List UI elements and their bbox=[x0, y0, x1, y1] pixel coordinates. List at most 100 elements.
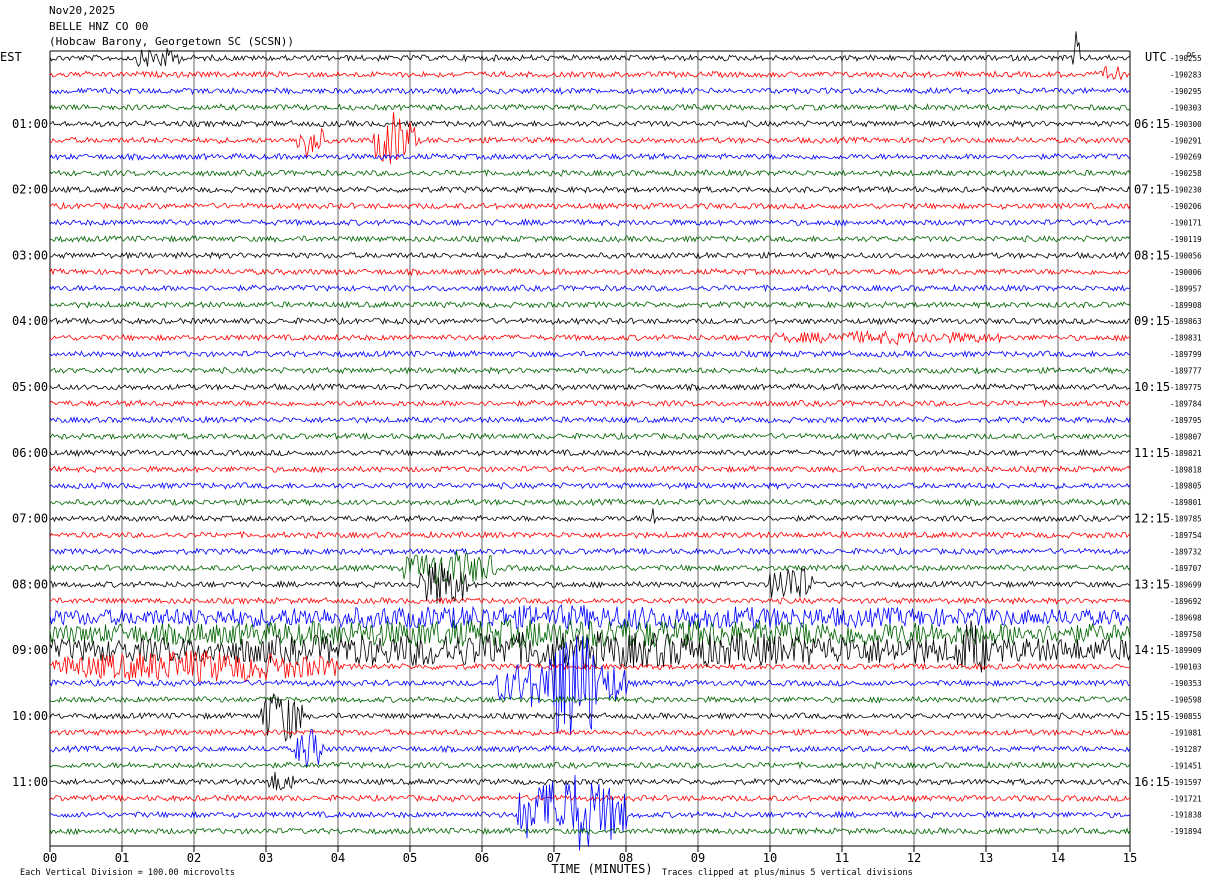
left-hour-label: 03:00 bbox=[12, 248, 48, 262]
right-hour-label: 13:15 bbox=[1134, 577, 1170, 591]
left-hour-label: 10:00 bbox=[12, 709, 48, 723]
trace-row bbox=[49, 201, 1131, 211]
x-tick-label: 05 bbox=[403, 851, 417, 865]
scale-note: Each Vertical Division = 100.00 microvol… bbox=[20, 868, 235, 878]
trace-row bbox=[49, 267, 1131, 277]
dc-offset-label: -189909 bbox=[1170, 646, 1202, 655]
est-label: EST bbox=[0, 50, 22, 64]
trace-row bbox=[49, 620, 1131, 673]
dc-offset-label: -190295 bbox=[1170, 87, 1202, 96]
left-hour-label: 06:00 bbox=[12, 446, 48, 460]
trace-row bbox=[49, 465, 1131, 474]
right-hour-label: 06:15 bbox=[1134, 117, 1170, 131]
right-hour-label: 08:15 bbox=[1134, 248, 1170, 262]
trace-row bbox=[49, 729, 1131, 768]
dc-offset-label: -189908 bbox=[1170, 301, 1202, 310]
x-tick-label: 11 bbox=[835, 851, 849, 865]
dc-offset-label: -190206 bbox=[1170, 202, 1202, 211]
station-label: BELLE HNZ CO 00 bbox=[49, 20, 149, 33]
dc-offset-label: -191081 bbox=[1170, 728, 1202, 737]
dc-offset-label: -191894 bbox=[1170, 827, 1202, 836]
dc-offset-label: -189801 bbox=[1170, 498, 1202, 507]
dc-offset-label: -189732 bbox=[1170, 548, 1202, 557]
trace-row bbox=[49, 366, 1131, 375]
trace-row bbox=[49, 695, 1131, 704]
trace-row bbox=[49, 530, 1131, 540]
trace-row bbox=[49, 448, 1131, 458]
trace-row bbox=[49, 562, 1131, 604]
x-tick-label: 10 bbox=[763, 851, 777, 865]
trace-row bbox=[49, 329, 1130, 346]
trace-row bbox=[49, 508, 1131, 524]
dc-offset-label: -190119 bbox=[1170, 235, 1202, 244]
x-tick-label: 12 bbox=[907, 851, 921, 865]
dc-offset-label: -189785 bbox=[1170, 515, 1202, 524]
dc-offset-label: -189754 bbox=[1170, 531, 1202, 540]
dc-offset-label: -190171 bbox=[1170, 219, 1202, 228]
x-tick-label: 09 bbox=[691, 851, 705, 865]
left-hour-label: 05:00 bbox=[12, 380, 48, 394]
right-hour-label: 11:15 bbox=[1134, 446, 1170, 460]
trace-row bbox=[49, 251, 1131, 260]
right-hour-label: 14:15 bbox=[1134, 643, 1170, 657]
left-hour-label: 09:00 bbox=[12, 643, 48, 657]
trace-row bbox=[50, 596, 1131, 606]
right-hour-label: 12:15 bbox=[1134, 512, 1170, 526]
trace-row bbox=[49, 234, 1131, 244]
dc-offset-label: -189799 bbox=[1170, 350, 1202, 359]
trace-row bbox=[49, 498, 1131, 507]
dc-offset-label: -191597 bbox=[1170, 778, 1202, 787]
dc-offset-label: -190303 bbox=[1170, 103, 1202, 112]
dc-offset-label: -190855 bbox=[1170, 712, 1202, 721]
dc-offset-label: -190269 bbox=[1170, 153, 1202, 162]
trace-row bbox=[49, 728, 1131, 737]
utc-label: UTC bbox=[1145, 50, 1167, 64]
x-tick-label: 14 bbox=[1051, 851, 1065, 865]
dc-offset-label: -189750 bbox=[1170, 630, 1202, 639]
trace-row bbox=[49, 103, 1131, 112]
dc-offset-label: -189821 bbox=[1170, 449, 1202, 458]
dc-offset-label: -190006 bbox=[1170, 268, 1202, 277]
trace-row bbox=[49, 793, 1131, 803]
x-tick-label: 06 bbox=[475, 851, 489, 865]
date-label: Nov20,2025 bbox=[49, 4, 116, 17]
left-hour-label: 01:00 bbox=[12, 117, 48, 131]
trace-row bbox=[49, 826, 1131, 836]
trace-row bbox=[49, 617, 1131, 650]
x-tick-label: 01 bbox=[115, 851, 129, 865]
dc-offset-label: -189795 bbox=[1170, 416, 1202, 425]
trace-row bbox=[49, 550, 1131, 585]
dc-offset-label: -190300 bbox=[1170, 120, 1202, 129]
dc-offset-label: -189818 bbox=[1170, 465, 1202, 474]
dc-offset-label: -190353 bbox=[1170, 679, 1202, 688]
dc-offset-label: -190258 bbox=[1170, 169, 1202, 178]
dc-offset-label: -191451 bbox=[1170, 761, 1202, 770]
x-axis-title: TIME (MINUTES) bbox=[551, 862, 652, 876]
dc-offset-label: -190103 bbox=[1170, 663, 1202, 672]
x-tick-label: 13 bbox=[979, 851, 993, 865]
trace-row bbox=[49, 349, 1131, 359]
trace-row bbox=[49, 547, 1131, 556]
right-hour-label: 16:15 bbox=[1134, 775, 1170, 789]
dc-offset-label: -189775 bbox=[1170, 383, 1202, 392]
left-hour-label: 11:00 bbox=[12, 775, 48, 789]
dc-offset-label: -189692 bbox=[1170, 597, 1202, 606]
right-hour-label: 07:15 bbox=[1134, 183, 1170, 197]
trace-row bbox=[49, 119, 1131, 129]
clip-note: Traces clipped at plus/minus 5 vertical … bbox=[662, 868, 913, 878]
left-hour-label: 02:00 bbox=[12, 183, 48, 197]
dc-offset-label: -191721 bbox=[1170, 794, 1202, 803]
trace-row bbox=[49, 774, 1131, 851]
dc-offset-label: -189777 bbox=[1170, 367, 1202, 376]
dc-offset-label: -189863 bbox=[1170, 317, 1202, 326]
trace-row bbox=[49, 636, 1131, 735]
right-hour-label: 10:15 bbox=[1134, 380, 1170, 394]
trace-row bbox=[49, 185, 1131, 194]
trace-row bbox=[49, 316, 1131, 326]
dc-offset-label: -189957 bbox=[1170, 284, 1202, 293]
trace-row bbox=[49, 415, 1131, 424]
left-hour-label: 07:00 bbox=[12, 512, 48, 526]
trace-row bbox=[49, 771, 1131, 791]
trace-row bbox=[49, 283, 1131, 293]
trace-row bbox=[49, 399, 1131, 408]
